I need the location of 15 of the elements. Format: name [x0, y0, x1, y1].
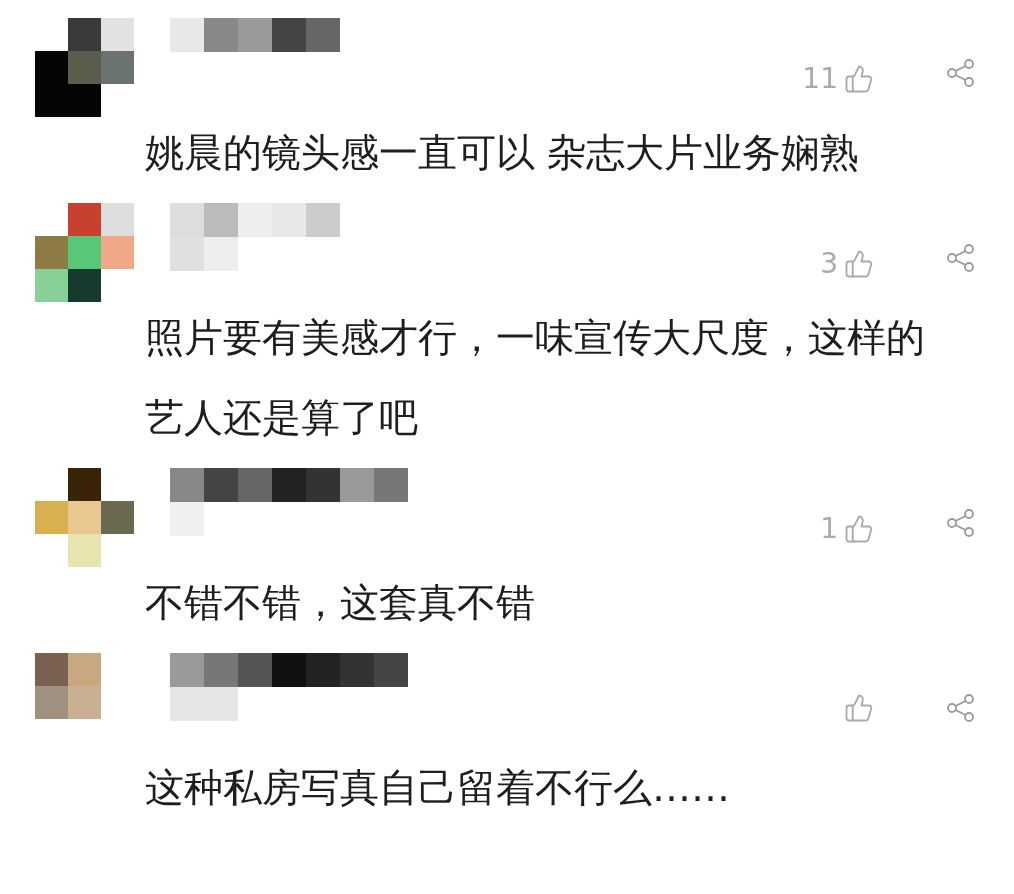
thumbs-up-icon[interactable] — [844, 249, 874, 279]
like-count: 11 — [802, 61, 838, 97]
thumbs-up-icon[interactable] — [844, 514, 874, 544]
like-count: 1 — [820, 511, 838, 547]
comment-text: 不错不错，这套真不错 — [145, 579, 536, 627]
share-icon[interactable] — [946, 693, 976, 723]
comment-text: 这种私房写真自己留着不行么…… — [145, 764, 731, 812]
like-count: 3 — [820, 246, 838, 282]
comment-text: 姚晨的镜头感一直可以 杂志大片业务娴熟 — [145, 129, 861, 177]
share-icon[interactable] — [946, 508, 976, 538]
share-icon[interactable] — [946, 58, 976, 88]
comment-text: 照片要有美感才行，一味宣传大尺度，这样的艺人还是算了吧 — [145, 314, 926, 442]
thumbs-up-icon[interactable] — [844, 64, 874, 94]
share-icon[interactable] — [946, 243, 976, 273]
thumbs-up-icon[interactable] — [844, 693, 874, 723]
